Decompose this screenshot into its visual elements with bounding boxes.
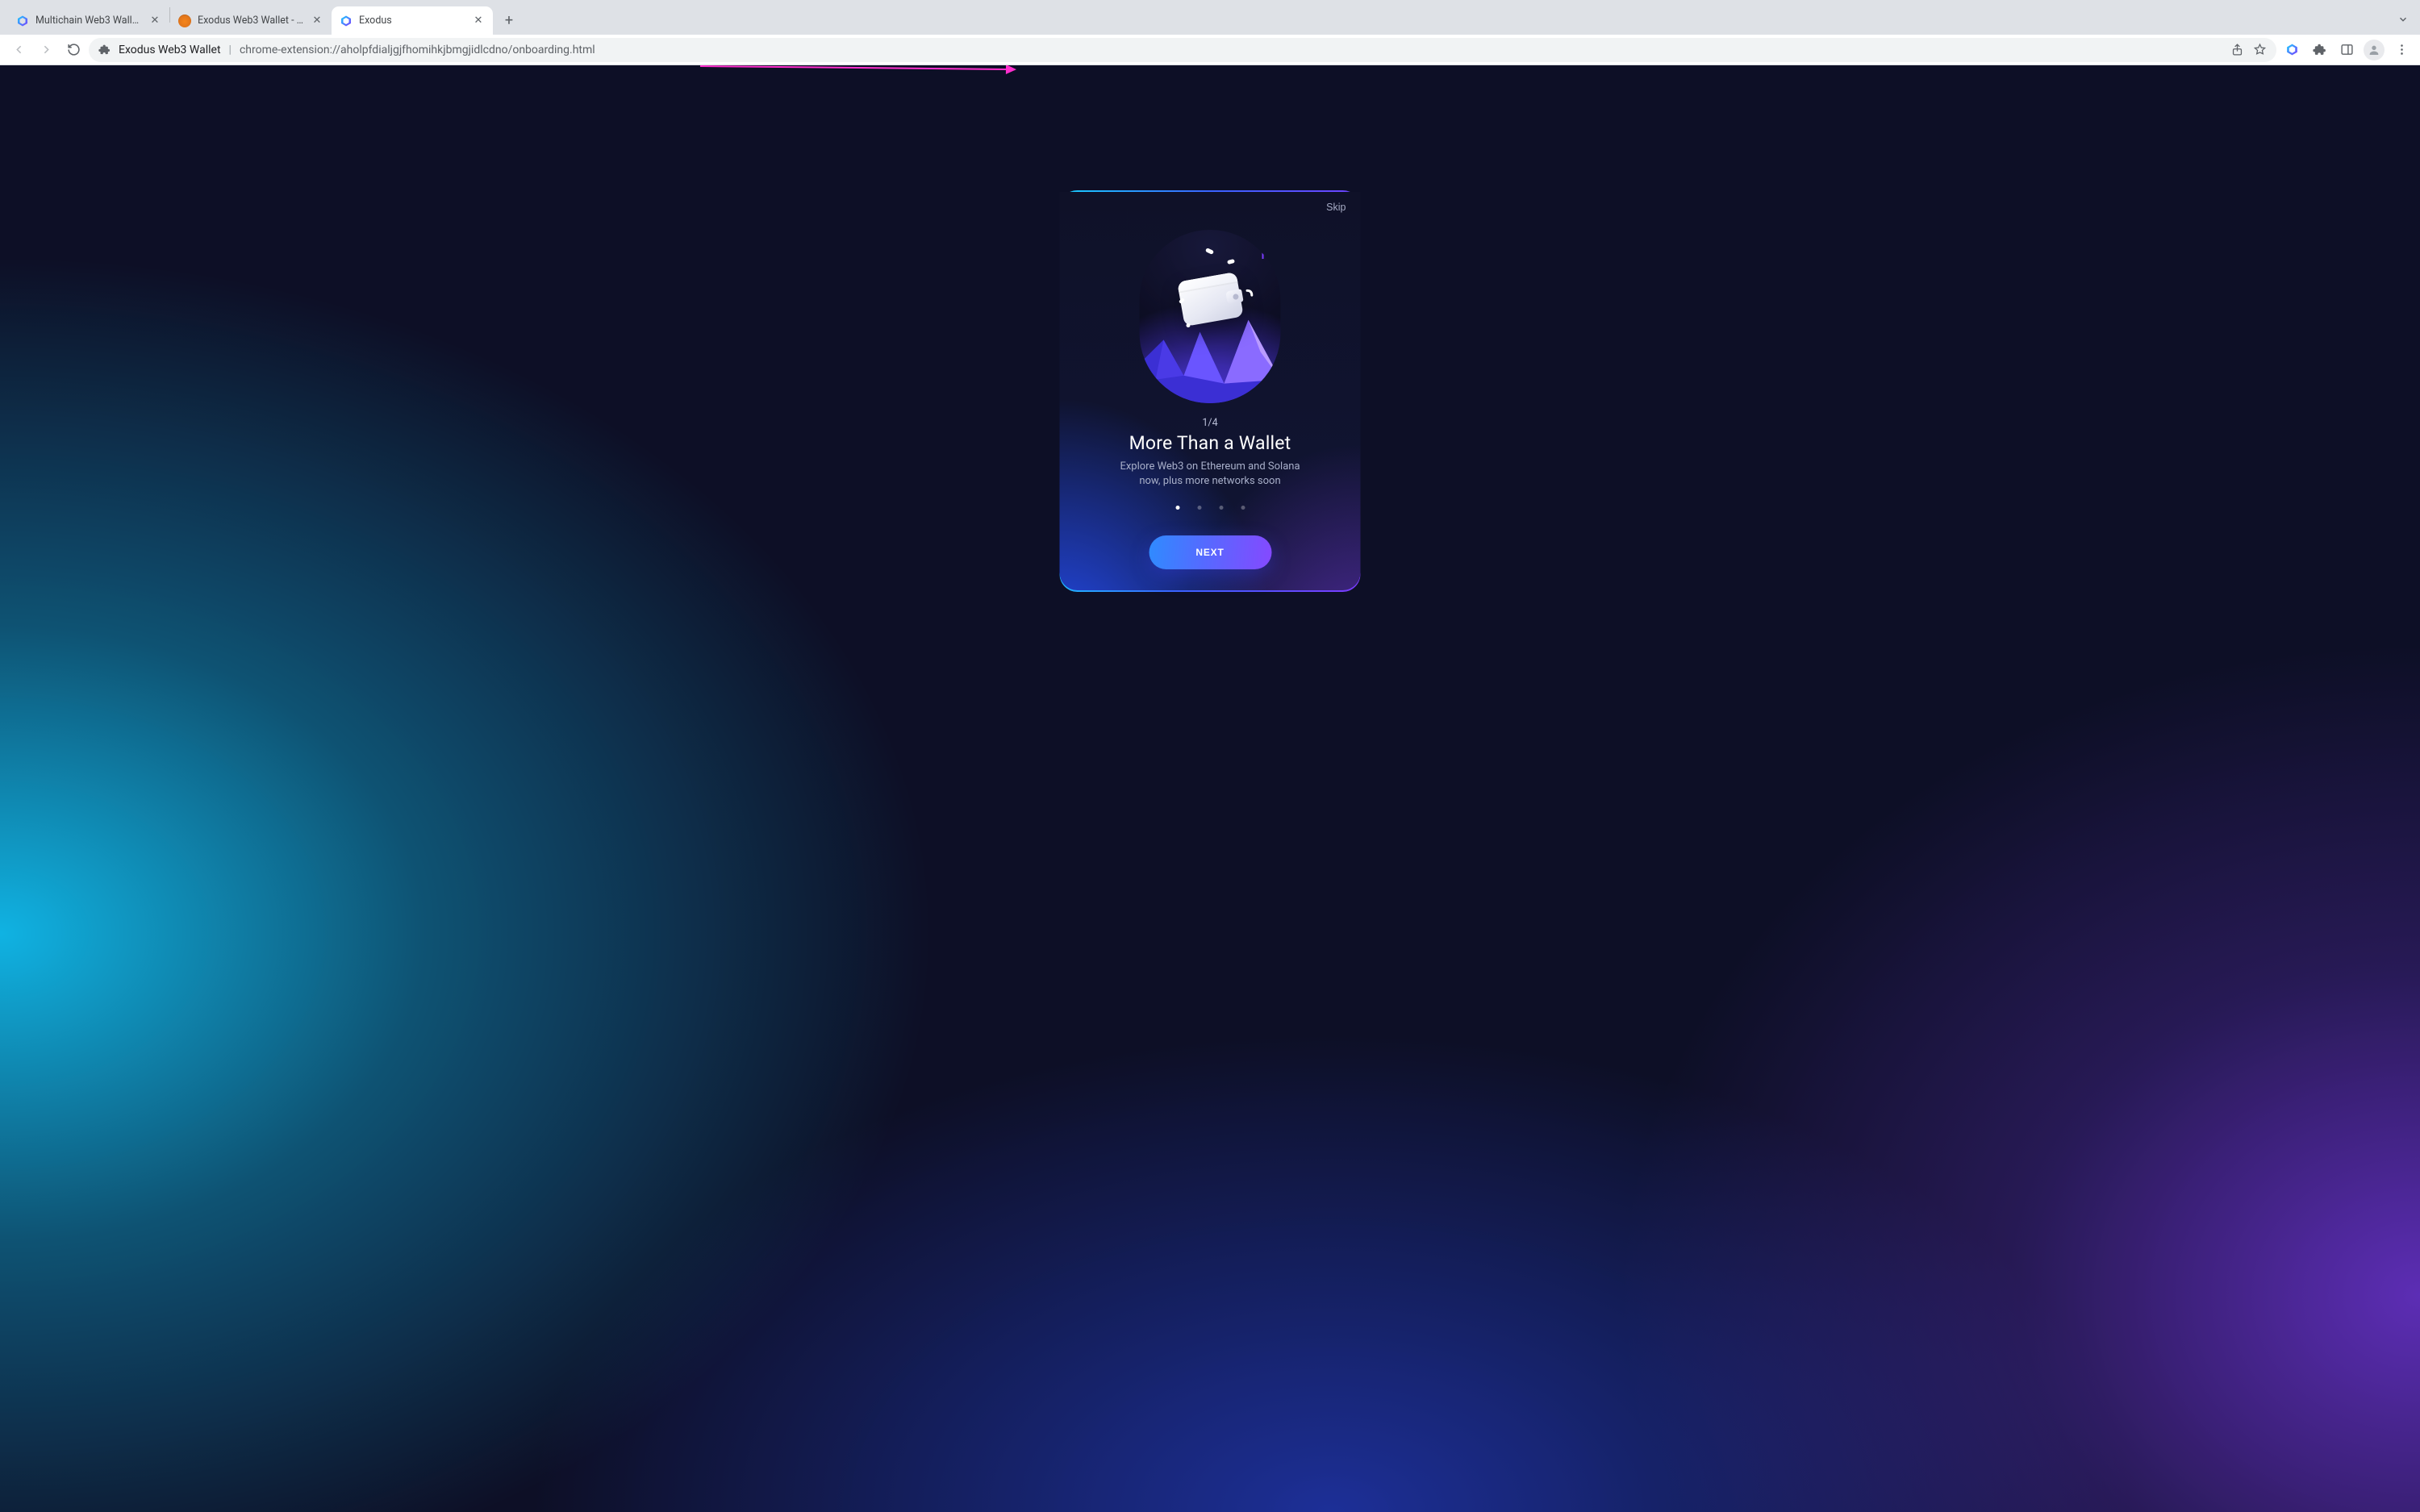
close-icon[interactable]: ✕ <box>148 15 161 27</box>
browser-tab-1[interactable]: Exodus Web3 Wallet - Chrome ✕ <box>170 6 332 35</box>
pagination-dot[interactable] <box>1197 506 1201 510</box>
browser-tab-2[interactable]: Exodus ✕ <box>332 6 493 35</box>
close-icon[interactable]: ✕ <box>472 15 485 27</box>
reload-button[interactable] <box>61 38 86 62</box>
pagination-dots <box>1175 506 1245 510</box>
onboarding-title: More Than a Wallet <box>1129 432 1291 454</box>
kebab-menu-button[interactable] <box>2389 38 2414 62</box>
pinned-extension-exodus-icon[interactable] <box>2280 38 2304 62</box>
pagination-dot[interactable] <box>1175 506 1179 510</box>
new-tab-button[interactable]: + <box>498 9 520 31</box>
skip-button[interactable]: Skip <box>1326 202 1346 213</box>
pagination-dot[interactable] <box>1219 506 1223 510</box>
exodus-favicon-icon <box>340 15 353 27</box>
chrome-webstore-favicon-icon <box>178 15 191 27</box>
onboarding-description: Explore Web3 on Ethereum and Solana now,… <box>1109 460 1311 488</box>
tab-title: Multichain Web3 Wallet | Exodu <box>35 15 142 27</box>
pagination-dot[interactable] <box>1241 506 1245 510</box>
extensions-button[interactable] <box>2307 38 2331 62</box>
tab-title: Exodus Web3 Wallet - Chrome <box>198 15 304 27</box>
exodus-favicon-icon <box>16 15 29 27</box>
page-viewport: Skip 1/4 <box>0 65 2420 1512</box>
step-indicator: 1/4 <box>1202 417 1217 429</box>
tab-title: Exodus <box>359 15 465 27</box>
browser-toolbar: Exodus Web3 Wallet | chrome-extension://… <box>0 35 2420 65</box>
back-button[interactable] <box>6 38 31 62</box>
onboarding-illustration <box>1140 230 1281 403</box>
tab-search-button[interactable] <box>2397 14 2420 35</box>
browser-tab-0[interactable]: Multichain Web3 Wallet | Exodu ✕ <box>8 6 169 35</box>
address-bar[interactable]: Exodus Web3 Wallet | chrome-extension://… <box>89 38 2276 62</box>
side-panel-button[interactable] <box>2334 38 2359 62</box>
extension-icon <box>98 44 111 56</box>
share-icon[interactable] <box>2230 43 2244 56</box>
omnibox-url: chrome-extension://aholpfdialjgjfhomihkj… <box>240 44 595 56</box>
omnibox-separator: | <box>229 44 232 56</box>
onboarding-card: Skip 1/4 <box>1060 190 1361 592</box>
omnibox-site-name: Exodus Web3 Wallet <box>119 44 221 56</box>
bookmark-star-icon[interactable] <box>2252 43 2267 56</box>
browser-tabstrip: Multichain Web3 Wallet | Exodu ✕ Exodus … <box>0 0 2420 35</box>
forward-button[interactable] <box>34 38 58 62</box>
next-button[interactable]: NEXT <box>1149 535 1271 569</box>
close-icon[interactable]: ✕ <box>311 15 323 27</box>
profile-avatar-button[interactable] <box>2362 38 2386 62</box>
